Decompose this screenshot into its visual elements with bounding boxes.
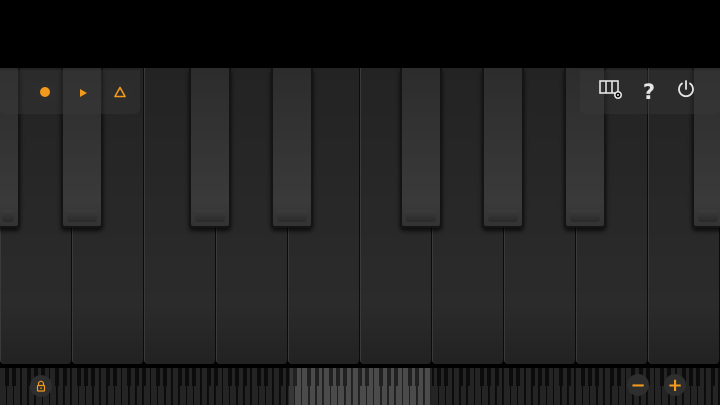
mini-black-key xyxy=(588,368,593,386)
mini-black-key xyxy=(134,368,139,386)
mini-black-key xyxy=(264,368,269,386)
mini-black-key xyxy=(581,368,585,386)
record-button[interactable] xyxy=(34,81,56,103)
mini-black-key xyxy=(609,368,614,386)
mini-black-key xyxy=(141,368,146,386)
mini-black-key xyxy=(228,368,233,386)
metronome-button[interactable] xyxy=(109,81,131,103)
mini-black-key xyxy=(12,368,17,386)
mini-black-key xyxy=(91,368,96,386)
mini-black-key xyxy=(278,368,283,386)
mini-black-key xyxy=(537,368,542,386)
mini-black-key xyxy=(437,368,441,386)
mini-black-key xyxy=(127,368,132,386)
black-key[interactable] xyxy=(482,68,524,228)
black-key[interactable] xyxy=(271,68,313,228)
help-button[interactable]: ? xyxy=(638,79,660,105)
mini-black-key xyxy=(156,368,161,386)
mini-black-key xyxy=(113,368,117,386)
mini-black-key xyxy=(77,368,81,386)
mini-black-key xyxy=(559,368,564,386)
mini-black-key xyxy=(689,368,693,386)
mini-black-key xyxy=(163,368,168,386)
mini-black-key xyxy=(487,368,492,386)
mini-black-key xyxy=(444,368,449,386)
plus-icon: + xyxy=(667,374,683,396)
mini-black-key xyxy=(235,368,240,386)
mini-black-key xyxy=(55,368,60,386)
mini-black-key xyxy=(566,368,571,386)
mini-black-key xyxy=(617,368,621,386)
mini-black-key xyxy=(185,368,189,386)
zoom-out-button[interactable]: − xyxy=(627,374,649,396)
keyboard-settings-button[interactable] xyxy=(597,80,625,104)
mini-black-key xyxy=(530,368,535,386)
lock-button[interactable] xyxy=(30,375,52,397)
piano-app: ? − + xyxy=(0,0,720,405)
mini-black-key xyxy=(696,368,701,386)
zoom-in-button[interactable]: + xyxy=(664,374,686,396)
mini-black-key xyxy=(595,368,600,386)
mini-black-key xyxy=(516,368,521,386)
minus-icon: − xyxy=(630,374,646,396)
black-key[interactable] xyxy=(400,68,442,228)
mini-black-key xyxy=(177,368,182,386)
mini-black-key xyxy=(5,368,9,386)
visible-range-window[interactable] xyxy=(289,368,432,405)
play-button[interactable] xyxy=(72,81,94,103)
mini-black-key xyxy=(192,368,197,386)
mini-black-key xyxy=(105,368,110,386)
lock-icon xyxy=(35,377,47,396)
keyboard-gear-icon xyxy=(598,79,624,105)
metronome-triangle-icon xyxy=(114,83,126,102)
mini-black-key xyxy=(257,368,261,386)
mini-black-key xyxy=(84,368,89,386)
mini-black-key xyxy=(213,368,218,386)
record-dot-icon xyxy=(39,83,51,102)
mini-black-key xyxy=(545,368,549,386)
mini-black-key xyxy=(206,368,211,386)
keyboard-overview-strip[interactable] xyxy=(0,368,720,405)
mini-black-key xyxy=(242,368,247,386)
black-key[interactable] xyxy=(189,68,231,228)
mini-black-key xyxy=(480,368,485,386)
power-icon xyxy=(676,79,696,103)
question-mark-icon: ? xyxy=(642,80,656,104)
mini-black-key xyxy=(494,368,499,386)
mini-black-key xyxy=(710,368,715,386)
power-button[interactable] xyxy=(675,80,697,102)
mini-black-key xyxy=(458,368,463,386)
mini-black-key xyxy=(62,368,67,386)
mini-black-key xyxy=(465,368,470,386)
mini-black-key xyxy=(509,368,513,386)
play-triangle-icon xyxy=(78,83,88,102)
